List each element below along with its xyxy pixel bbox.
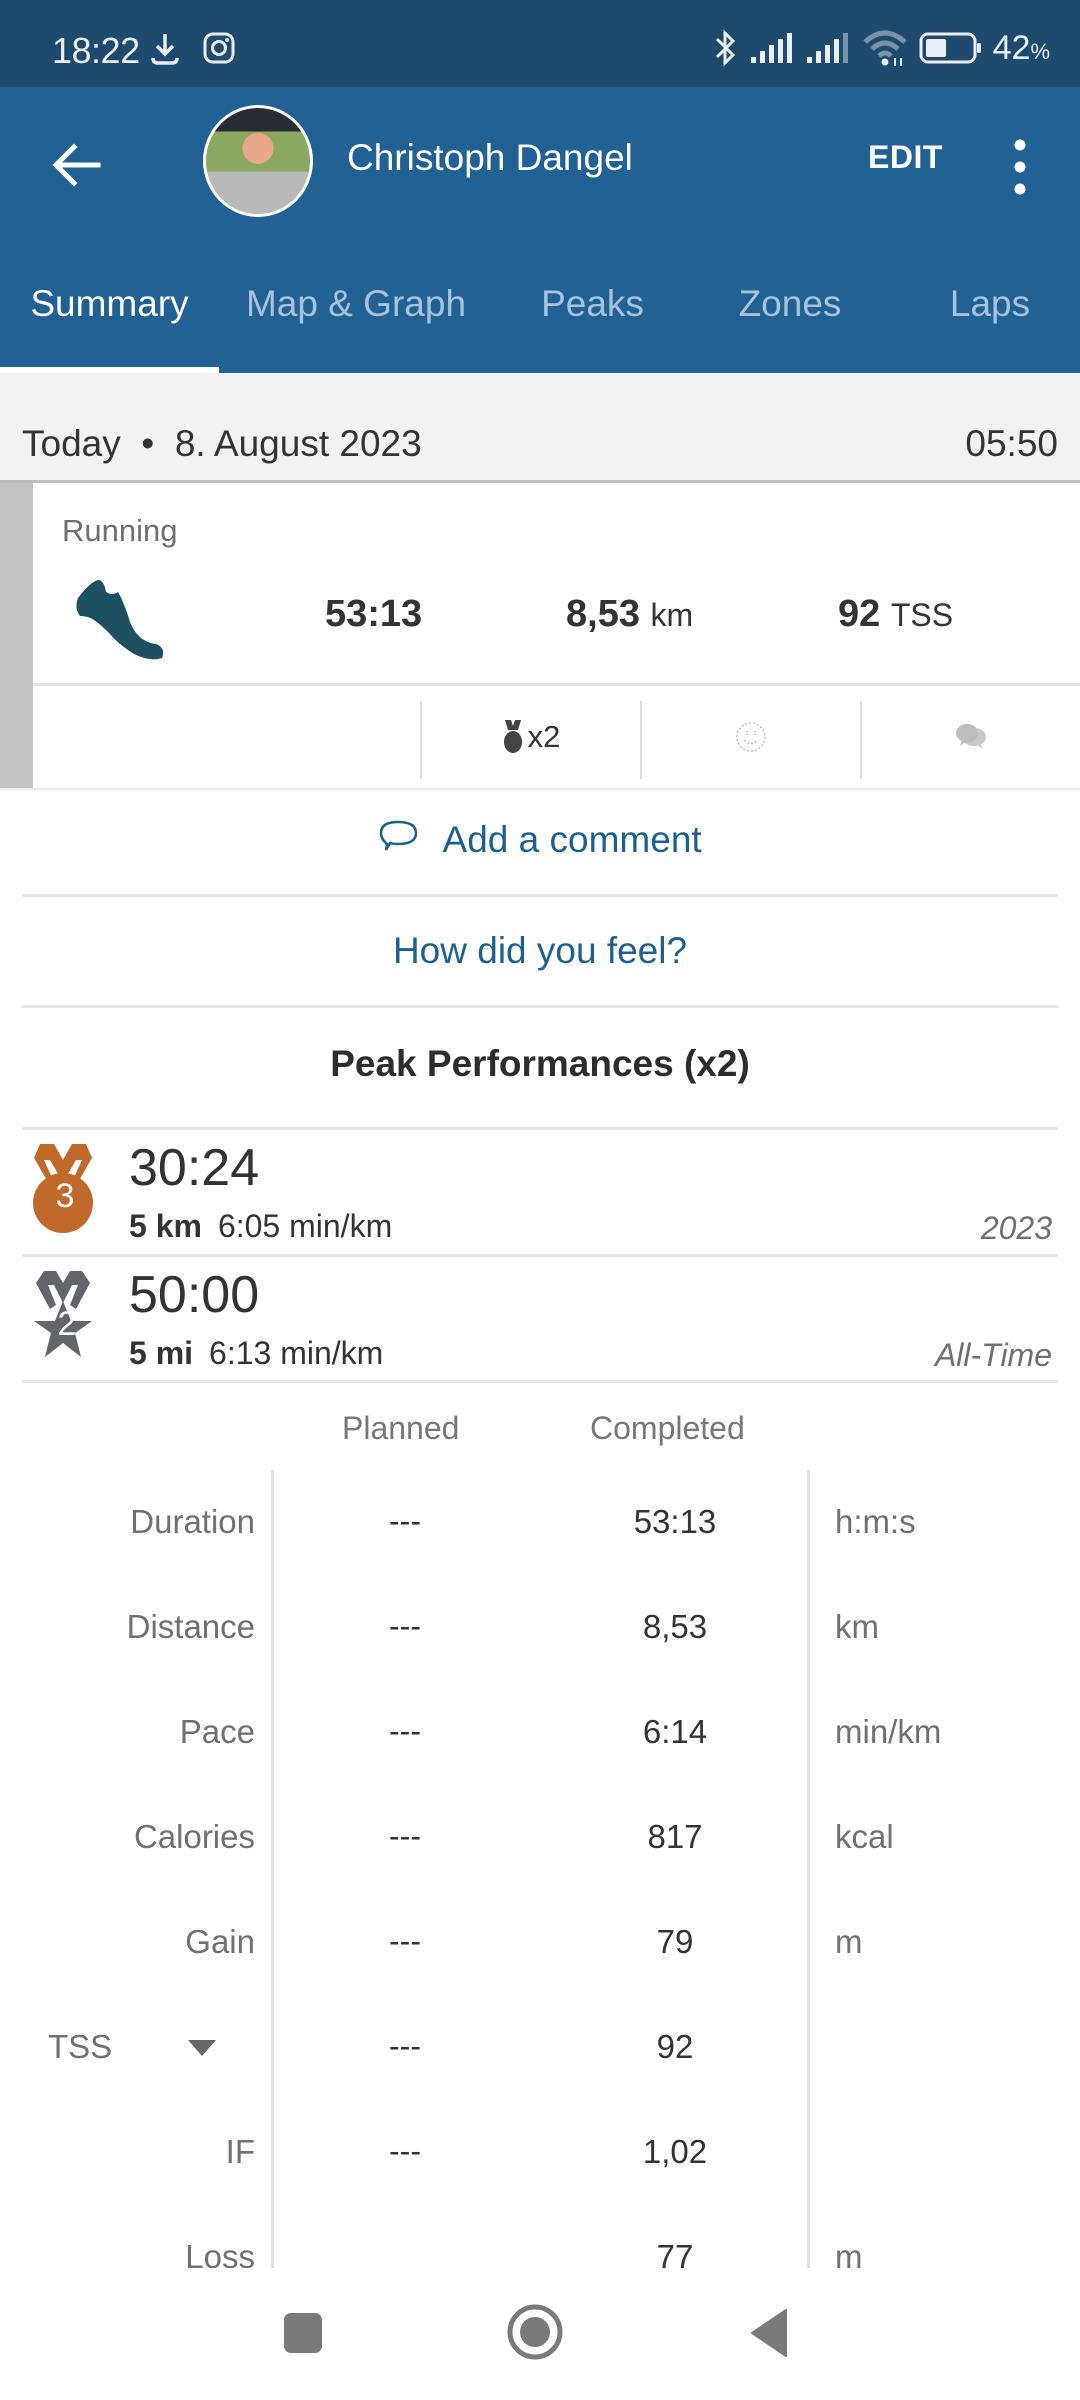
row-label: Pace <box>179 1713 255 1750</box>
planned-value[interactable]: --- <box>360 1503 450 1540</box>
table-row: TSS --- 92 <box>0 2028 1080 2088</box>
planned-value[interactable]: --- <box>360 2028 450 2065</box>
table-row: Calories --- 817 kcal <box>0 1818 1080 1878</box>
row-label: Distance <box>126 1608 255 1645</box>
completed-value[interactable]: 1,02 <box>575 2133 775 2171</box>
row-label: Calories <box>133 1818 255 1855</box>
completed-value[interactable]: 6:14 <box>575 1713 775 1751</box>
planned-value[interactable]: --- <box>360 1608 450 1645</box>
completed-value[interactable]: 8,53 <box>575 1608 775 1646</box>
planned-value[interactable]: --- <box>360 1713 450 1750</box>
row-label: IF <box>225 2133 255 2170</box>
home-icon[interactable] <box>505 2302 565 2362</box>
column-header-planned: Planned <box>342 1410 460 1446</box>
completed-value[interactable]: 53:13 <box>575 1503 775 1541</box>
row-label: Gain <box>185 1923 255 1960</box>
unit: m <box>835 2238 863 2268</box>
table-row: Loss 77 m <box>0 2238 1080 2268</box>
table-row: Distance --- 8,53 km <box>0 1608 1080 1668</box>
system-nav-bar <box>0 2268 1080 2400</box>
completed-value[interactable]: 77 <box>575 2238 775 2268</box>
tss-metric-selector[interactable]: TSS <box>48 2028 112 2066</box>
table-row: IF --- 1,02 <box>0 2133 1080 2193</box>
table-row: Gain --- 79 m <box>0 1923 1080 1983</box>
back-icon[interactable] <box>748 2308 790 2358</box>
table-row: Duration --- 53:13 h:m:s <box>0 1503 1080 1563</box>
planned-value[interactable]: --- <box>360 1818 450 1855</box>
completed-value[interactable]: 79 <box>575 1923 775 1961</box>
completed-value[interactable]: 817 <box>575 1818 775 1856</box>
caret-down-icon[interactable] <box>188 2040 216 2056</box>
planned-value[interactable]: --- <box>360 1923 450 1960</box>
recents-icon[interactable] <box>282 2310 324 2356</box>
stats-table: Planned Completed Duration --- 53:13 h:m… <box>0 0 1080 2268</box>
table-row: Pace --- 6:14 min/km <box>0 1713 1080 1773</box>
unit: kcal <box>835 1818 894 1855</box>
row-label: Duration <box>130 1503 255 1540</box>
unit: h:m:s <box>835 1503 916 1540</box>
unit: km <box>835 1608 879 1645</box>
unit: min/km <box>835 1713 942 1750</box>
column-header-completed: Completed <box>590 1410 745 1446</box>
planned-value[interactable]: --- <box>360 2133 450 2170</box>
row-label: Loss <box>185 2238 255 2268</box>
unit: m <box>835 1923 863 1960</box>
completed-value[interactable]: 92 <box>575 2028 775 2066</box>
